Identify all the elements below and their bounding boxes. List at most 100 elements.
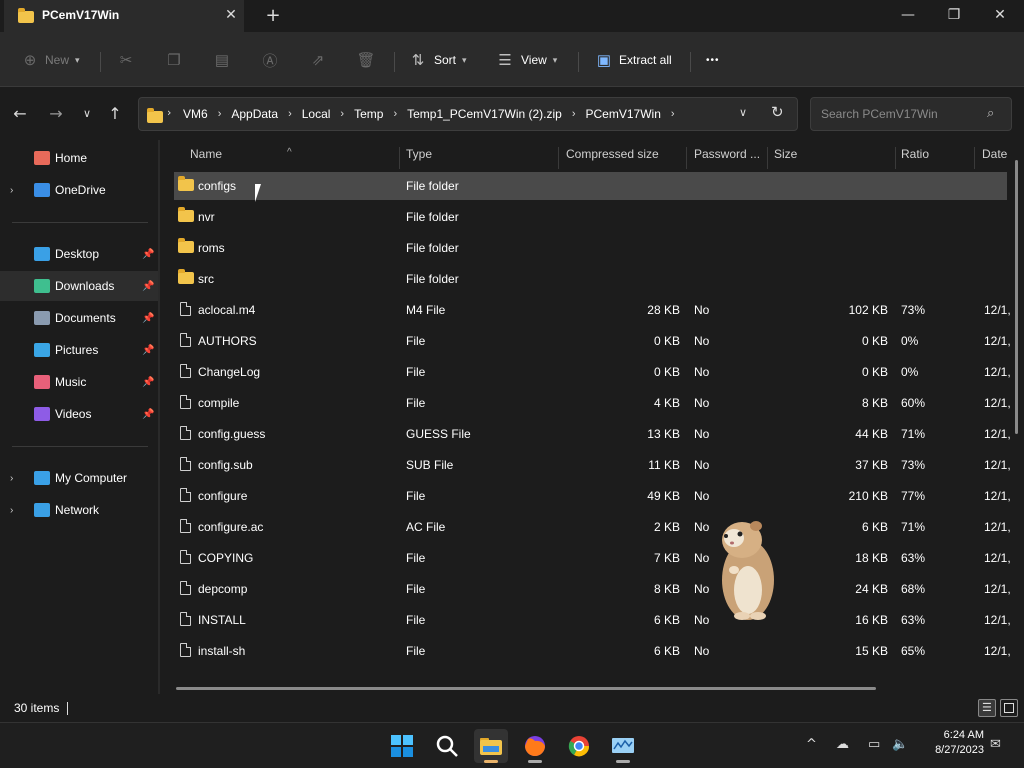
column-divider[interactable] — [558, 147, 559, 169]
table-row[interactable]: config.sub SUB File 11 KB No 37 KB 73% 12/1, — [174, 451, 1011, 479]
table-row[interactable]: INSTALL File 6 KB No 16 KB 63% 12/1, — [174, 606, 1011, 634]
chevron-right-icon[interactable]: › — [572, 108, 576, 120]
breadcrumb-item[interactable]: Temp1_PCemV17Win (2).zip — [407, 107, 562, 121]
sidebar-item-home[interactable]: Home — [0, 143, 158, 173]
breadcrumb-item[interactable]: Temp — [354, 107, 383, 121]
table-row[interactable]: depcomp File 8 KB No 24 KB 68% 12/1, — [174, 575, 1011, 603]
file-explorer-taskbar-button[interactable] — [474, 729, 508, 763]
sidebar-item-desktop[interactable]: Desktop 📌 — [0, 239, 158, 269]
column-divider[interactable] — [399, 147, 400, 169]
table-row[interactable]: configure File 49 KB No 210 KB 77% 12/1, — [174, 482, 1011, 510]
date-modified: 12/1, — [984, 520, 1011, 534]
chevron-right-icon[interactable]: › — [340, 108, 344, 120]
column-date[interactable]: Date — [982, 147, 1007, 161]
maximize-button[interactable]: ❐ — [931, 0, 977, 32]
breadcrumb-item[interactable]: VM6 — [183, 107, 208, 121]
up-arrow-icon[interactable]: ↑ — [105, 104, 125, 124]
chevron-right-icon[interactable]: › — [10, 505, 13, 516]
column-ratio[interactable]: Ratio — [901, 147, 929, 161]
app-taskbar-button[interactable] — [606, 729, 640, 763]
breadcrumb-item[interactable]: PCemV17Win — [586, 107, 661, 121]
chevron-right-icon[interactable]: › — [218, 108, 222, 120]
column-password[interactable]: Password ... — [694, 147, 760, 161]
extract-all-button[interactable]: ▣ Extract all — [594, 49, 672, 71]
chevron-right-icon[interactable]: › — [671, 108, 675, 120]
onedrive-tray-icon[interactable]: ☁ — [836, 737, 849, 752]
sidebar-item-documents[interactable]: Documents 📌 — [0, 303, 158, 333]
chevron-right-icon[interactable]: › — [10, 185, 13, 196]
new-button[interactable]: ⊕ New ▾ — [20, 49, 80, 71]
new-tab-button[interactable]: + — [262, 5, 284, 27]
view-button[interactable]: ☰ View ▾ — [495, 49, 557, 71]
rename-button[interactable]: Ⓐ — [260, 49, 280, 71]
network-tray-icon[interactable]: ▭ — [868, 737, 880, 752]
horizontal-scrollbar[interactable] — [176, 687, 876, 690]
back-arrow-icon[interactable]: ← — [10, 104, 30, 124]
sidebar-item-downloads[interactable]: Downloads 📌 — [0, 271, 158, 301]
recent-locations-icon[interactable]: ∨ — [77, 104, 97, 124]
show-hidden-icons-chevron[interactable]: ^ — [806, 737, 817, 752]
table-row[interactable]: aclocal.m4 M4 File 28 KB No 102 KB 73% 12/1, — [174, 296, 1011, 324]
breadcrumb-item[interactable]: Local — [302, 107, 331, 121]
column-divider[interactable] — [974, 147, 975, 169]
column-name[interactable]: Name — [190, 147, 222, 161]
table-row[interactable]: install-sh File 6 KB No 15 KB 65% 12/1, — [174, 637, 1011, 665]
chevron-right-icon[interactable]: › — [393, 108, 397, 120]
table-row[interactable]: nvr File folder — [174, 203, 1007, 231]
breadcrumb-item[interactable]: AppData — [231, 107, 278, 121]
sort-button[interactable]: ⇅ Sort ▾ — [408, 49, 467, 71]
table-row[interactable]: COPYING File 7 KB No 18 KB 63% 12/1, — [174, 544, 1011, 572]
forward-arrow-icon[interactable]: → — [46, 104, 66, 124]
address-bar[interactable]: › VM6 › AppData › Local › Temp › Temp1_PCemV17Wi… — [138, 97, 798, 131]
table-row[interactable]: src File folder — [174, 265, 1007, 293]
delete-button[interactable]: 🗑 — [356, 49, 376, 71]
start-button[interactable] — [385, 729, 419, 763]
column-divider[interactable] — [895, 147, 896, 169]
pin-icon: 📌 — [142, 280, 155, 292]
tiles-view-button[interactable] — [1000, 699, 1018, 717]
minimize-button[interactable]: — — [885, 0, 931, 32]
column-type[interactable]: Type — [406, 147, 432, 161]
sidebar-item-music[interactable]: Music 📌 — [0, 367, 158, 397]
refresh-icon[interactable]: ↻ — [771, 103, 784, 121]
column-divider[interactable] — [686, 147, 687, 169]
more-options-button[interactable]: ••• — [706, 49, 720, 71]
chevron-right-icon[interactable]: › — [10, 473, 13, 484]
volume-tray-icon[interactable]: 🔈 — [892, 737, 908, 752]
search-taskbar-button[interactable] — [430, 729, 464, 763]
copy-button[interactable]: ❐ — [164, 49, 184, 71]
sidebar-item-my-computer[interactable]: › My Computer — [0, 463, 158, 493]
paste-button[interactable]: ▤ — [212, 49, 232, 71]
sidebar-item-videos[interactable]: Videos 📌 — [0, 399, 158, 429]
details-view-button[interactable]: ☰ — [978, 699, 996, 717]
search-box[interactable]: ⌕ — [810, 97, 1012, 131]
sidebar-item-label: Videos — [55, 407, 92, 421]
table-row[interactable]: roms File folder — [174, 234, 1007, 262]
close-button[interactable]: ✕ — [977, 0, 1023, 32]
table-row[interactable]: config.guess GUESS File 13 KB No 44 KB 71% 12/… — [174, 420, 1011, 448]
system-clock[interactable]: 6:24 AM 8/27/2023 — [920, 728, 984, 758]
tab-close-icon[interactable]: ✕ — [220, 4, 242, 26]
sidebar-item-onedrive[interactable]: › OneDrive — [0, 175, 158, 205]
address-dropdown-icon[interactable]: ∨ — [739, 106, 747, 119]
table-row[interactable]: configs File folder — [174, 172, 1007, 200]
table-row[interactable]: configure.ac AC File 2 KB No 6 KB 71% 12/1, — [174, 513, 1011, 541]
search-input[interactable] — [819, 105, 979, 123]
table-row[interactable]: compile File 4 KB No 8 KB 60% 12/1, — [174, 389, 1011, 417]
firefox-taskbar-button[interactable] — [518, 729, 552, 763]
column-size[interactable]: Size — [774, 147, 797, 161]
table-row[interactable]: AUTHORS File 0 KB No 0 KB 0% 12/1, — [174, 327, 1011, 355]
notification-center-icon[interactable]: ✉ — [990, 737, 1001, 752]
chevron-right-icon[interactable]: › — [288, 108, 292, 120]
share-button[interactable]: ⇗ — [308, 49, 328, 71]
vertical-scrollbar[interactable] — [1015, 160, 1018, 434]
search-icon[interactable]: ⌕ — [987, 106, 994, 121]
sidebar-item-pictures[interactable]: Pictures 📌 — [0, 335, 158, 365]
column-divider[interactable] — [767, 147, 768, 169]
chrome-taskbar-button[interactable] — [562, 729, 596, 763]
column-compressed-size[interactable]: Compressed size — [566, 147, 659, 161]
table-row[interactable]: ChangeLog File 0 KB No 0 KB 0% 12/1, — [174, 358, 1011, 386]
explorer-tab[interactable]: PCemV17Win ✕ — [4, 0, 244, 32]
sidebar-item-network[interactable]: › Network — [0, 495, 158, 525]
cut-button[interactable]: ✂ — [116, 49, 136, 71]
